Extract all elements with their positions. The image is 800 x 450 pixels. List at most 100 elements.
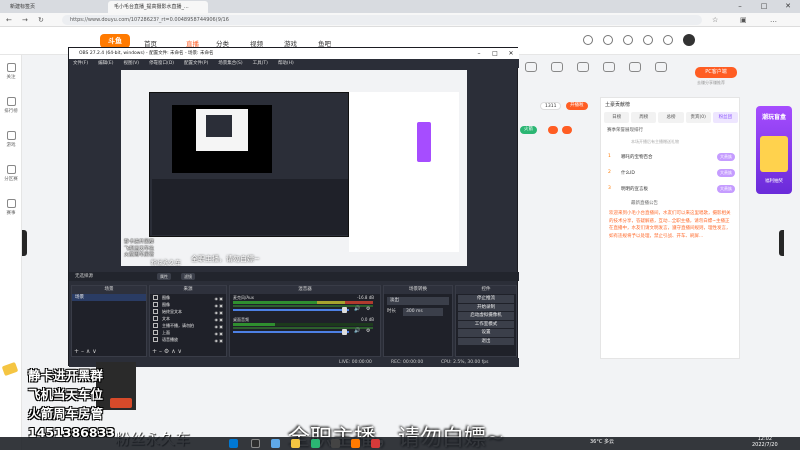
menu-docks[interactable]: 停靠窗口(D) — [149, 59, 174, 68]
history-icon[interactable] — [583, 35, 593, 45]
source-item[interactable]: 图像 ◉ ▣ — [150, 301, 226, 308]
douyu-logo[interactable]: 斗鱼 — [100, 34, 130, 48]
collections-icon[interactable]: ▣ — [740, 15, 747, 25]
live-pill[interactable]: 开播啦 — [566, 102, 588, 110]
ad-banner[interactable]: 潮玩盲盒 福利抽奖 — [756, 106, 792, 194]
rail-rank[interactable]: 排行榜 — [0, 97, 22, 114]
close-icon[interactable]: ✕ — [776, 0, 800, 13]
favorite-icon[interactable]: ☆ — [712, 15, 718, 25]
gear-icon[interactable]: ⚙ — [366, 306, 370, 312]
source-item[interactable]: 主播不播，请勿拍 ◉ ▣ — [150, 322, 226, 329]
rank-row[interactable]: 1 哪吒的宝物百合 大贵族 — [605, 152, 737, 164]
rail-follow[interactable]: 关注 — [0, 63, 22, 80]
tab-vip[interactable]: 贵宾(0) — [685, 112, 711, 123]
volume-slider-knob[interactable] — [342, 329, 347, 335]
close-icon[interactable]: ✕ — [503, 48, 519, 59]
down-icon[interactable]: ∨ — [92, 348, 96, 355]
rail-league[interactable]: 分区赛 — [0, 165, 22, 182]
room-action[interactable] — [624, 60, 646, 75]
remove-icon[interactable]: – — [159, 348, 162, 355]
douyu-icon[interactable] — [351, 439, 360, 448]
minimize-icon[interactable]: – — [471, 48, 487, 59]
windows-start-icon[interactable] — [229, 439, 238, 448]
duration-input[interactable]: 300 ms — [403, 308, 443, 316]
up-icon[interactable]: ∧ — [86, 348, 90, 355]
message-icon[interactable] — [623, 35, 633, 45]
transition-select[interactable]: 淡出 — [387, 297, 449, 305]
menu-profile[interactable]: 配置文件(P) — [184, 59, 208, 68]
eye-icon[interactable]: ◉ ▣ — [214, 337, 223, 344]
edge-icon[interactable] — [271, 439, 280, 448]
down-icon[interactable]: ∨ — [178, 348, 182, 355]
browser-tab-douyu[interactable]: 毛小毛台直播_提高摄影水直播_... — [108, 1, 208, 13]
tab-week[interactable]: 周榜 — [631, 112, 657, 123]
rank-row[interactable]: 2 什么ID 大贵族 — [605, 168, 737, 180]
source-item[interactable]: 图像 ◉ ▣ — [150, 294, 226, 301]
up-icon[interactable]: ∧ — [171, 348, 175, 355]
source-item[interactable]: 始终显文本 ◉ ▣ — [150, 308, 226, 315]
room-action[interactable] — [520, 60, 542, 75]
wechat-icon[interactable] — [311, 439, 320, 448]
menu-edit[interactable]: 编辑(E) — [98, 59, 113, 68]
pc-client-button[interactable]: PC客户端 — [695, 67, 737, 78]
browser-tab-newtab[interactable]: 新建标签页 — [4, 1, 82, 13]
remove-icon[interactable]: – — [81, 348, 84, 355]
room-action[interactable] — [546, 60, 568, 75]
volume-slider[interactable] — [233, 309, 349, 311]
scene-item[interactable]: 场景 — [72, 294, 146, 301]
virtual-camera-button[interactable]: 启动虚拟摄像机 — [458, 312, 514, 320]
settings-icon[interactable]: ⚙ — [164, 348, 169, 355]
menu-file[interactable]: 文件(F) — [73, 59, 88, 68]
studio-mode-button[interactable]: 工作室模式 — [458, 320, 514, 328]
explorer-icon[interactable] — [291, 439, 300, 448]
download-icon[interactable] — [643, 35, 653, 45]
source-item[interactable]: 文本 ◉ ▣ — [150, 315, 226, 322]
url-field[interactable]: https://www.douyu.com/10728623?_rt=0.004… — [62, 15, 702, 25]
tab-total[interactable]: 总榜 — [658, 112, 684, 123]
forward-icon[interactable]: → — [22, 15, 28, 25]
more-icon[interactable]: … — [770, 15, 777, 25]
exit-button[interactable]: 退出 — [458, 337, 514, 345]
minimize-icon[interactable]: – — [728, 0, 752, 13]
obs-icon[interactable] — [331, 439, 340, 448]
app-icon[interactable] — [663, 35, 673, 45]
source-item[interactable]: 上面 ◉ ▣ — [150, 329, 226, 336]
gear-icon[interactable]: ⚙ — [366, 328, 370, 334]
source-item[interactable]: 语音播放 ◉ ▣ — [150, 336, 226, 343]
obs-preview[interactable]: 静卡进开黑群 飞机当天车位 火箭周车房管 粉丝永久车 全职主播，请勿白嫖~ — [121, 70, 467, 267]
room-action[interactable] — [572, 60, 594, 75]
app-icon[interactable] — [371, 439, 380, 448]
fire-pill[interactable]: 火箭 — [520, 126, 537, 134]
menu-help[interactable]: 帮助(H) — [278, 59, 294, 68]
rank-row[interactable]: 3 明明的宣言板 大贵族 — [605, 184, 737, 196]
reload-icon[interactable]: ↻ — [38, 15, 44, 25]
add-icon[interactable]: + — [74, 348, 79, 355]
room-action[interactable] — [650, 60, 672, 75]
stop-streaming-button[interactable]: 停止推流 — [458, 295, 514, 303]
rail-event[interactable]: 赛事 — [0, 199, 22, 216]
menu-view[interactable]: 视图(V) — [123, 59, 139, 68]
follow-icon[interactable] — [603, 35, 613, 45]
menu-tools[interactable]: 工具(T) — [253, 59, 268, 68]
maximize-icon[interactable]: □ — [752, 0, 776, 13]
add-icon[interactable]: + — [152, 348, 157, 355]
volume-slider[interactable] — [233, 331, 349, 333]
avatar[interactable] — [683, 34, 695, 46]
tab-day[interactable]: 日榜 — [604, 112, 630, 123]
tab-fans[interactable]: 粉丝团 — [712, 112, 739, 123]
collapse-right-handle[interactable] — [779, 230, 784, 256]
weather[interactable]: 36°C 多云 — [590, 439, 614, 446]
search-icon[interactable] — [251, 439, 260, 448]
collapse-left-handle[interactable] — [22, 230, 27, 256]
speaker-icon[interactable]: 🔊 — [354, 306, 360, 312]
rail-game[interactable]: 游戏 — [0, 131, 22, 148]
properties-button[interactable]: 属性 — [157, 273, 171, 280]
maximize-icon[interactable]: □ — [487, 48, 503, 59]
filters-button[interactable]: 滤镜 — [181, 273, 195, 280]
menu-scene-collection[interactable]: 场景集合(S) — [218, 59, 242, 68]
speaker-icon[interactable]: 🔊 — [354, 328, 360, 334]
volume-slider-knob[interactable] — [342, 307, 347, 313]
settings-button[interactable]: 设置 — [458, 329, 514, 337]
back-icon[interactable]: ← — [6, 15, 12, 25]
clock[interactable]: 12:02 2022/7/20 — [752, 436, 778, 448]
